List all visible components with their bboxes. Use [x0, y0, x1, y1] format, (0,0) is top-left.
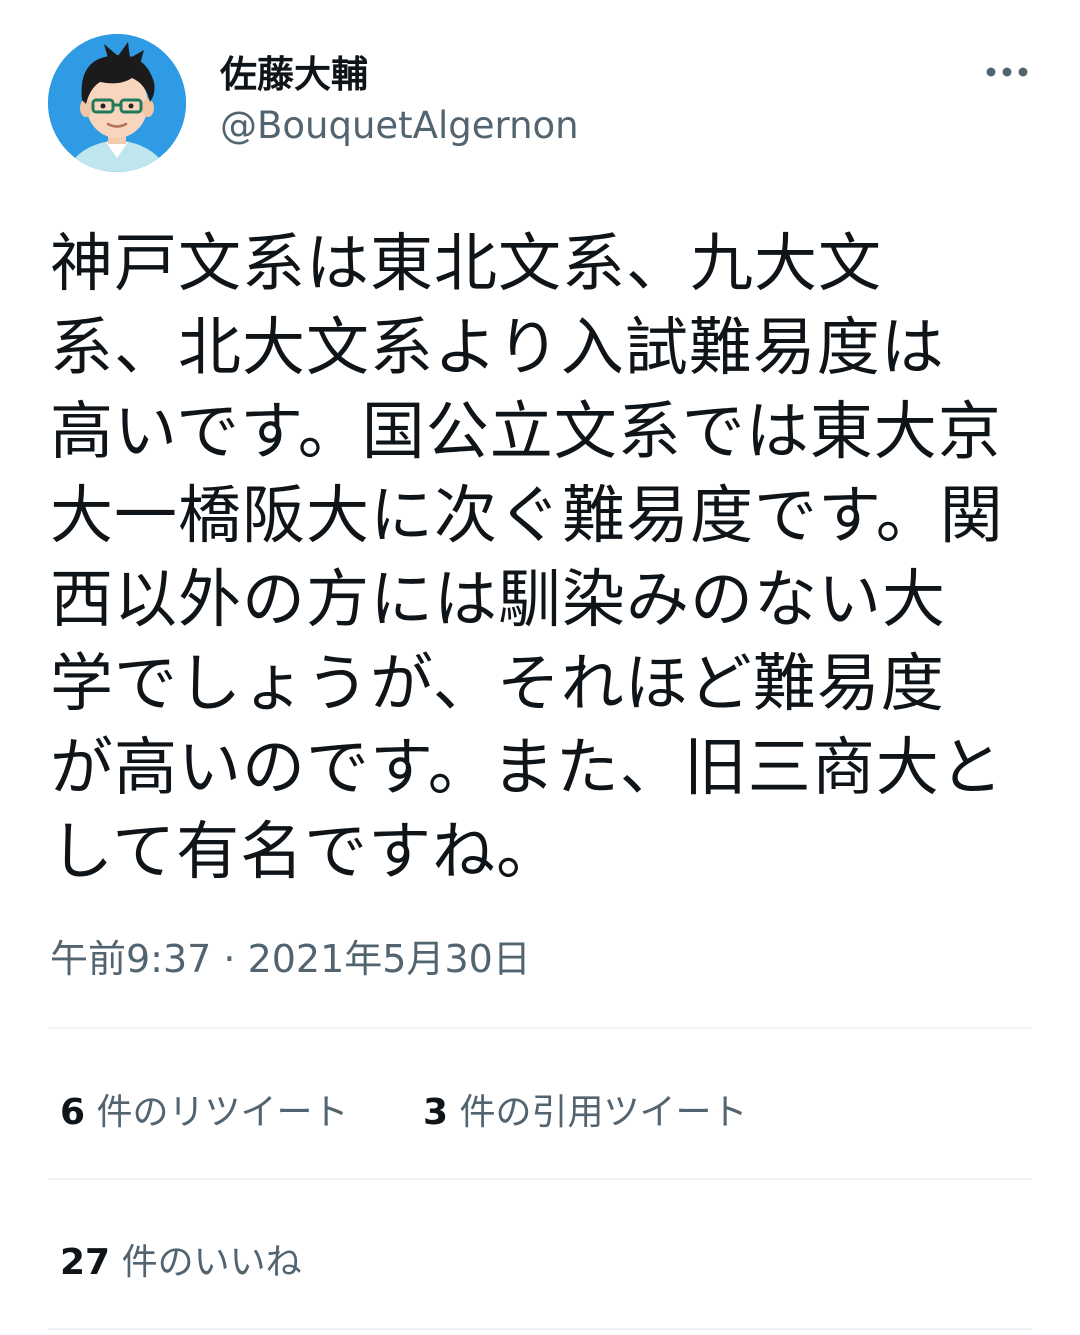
quote-count-link[interactable]: 3 件の引用ツイート	[423, 1083, 748, 1135]
retweet-count: 6	[60, 1092, 86, 1133]
divider	[48, 1178, 1032, 1180]
avatar-illustration-icon	[48, 34, 186, 172]
more-options-button[interactable]	[978, 50, 1036, 94]
quote-count: 3	[423, 1092, 449, 1133]
divider	[48, 1027, 1032, 1029]
author-handle[interactable]: @BouquetAlgernon	[220, 104, 579, 147]
divider	[48, 1328, 1032, 1330]
tweet-text: 神戸文系は東北文系、九大文 系、北大文系より入試難易度は 高いです。国公立文系で…	[50, 227, 1004, 888]
like-count-link[interactable]: 27 件のいいね	[60, 1233, 302, 1285]
tweet-timestamp[interactable]: 午前9:37 · 2021年5月30日	[50, 928, 531, 983]
retweet-count-link[interactable]: 6 件のリツイート	[60, 1083, 349, 1135]
quote-label: 件の引用ツイート	[459, 1092, 748, 1133]
retweet-label: 件のリツイート	[96, 1092, 349, 1133]
avatar[interactable]	[48, 34, 186, 172]
like-label: 件のいいね	[121, 1242, 302, 1283]
author-display-name[interactable]: 佐藤大輔	[220, 44, 368, 98]
more-horizontal-icon	[986, 67, 1028, 77]
like-count: 27	[60, 1242, 111, 1283]
